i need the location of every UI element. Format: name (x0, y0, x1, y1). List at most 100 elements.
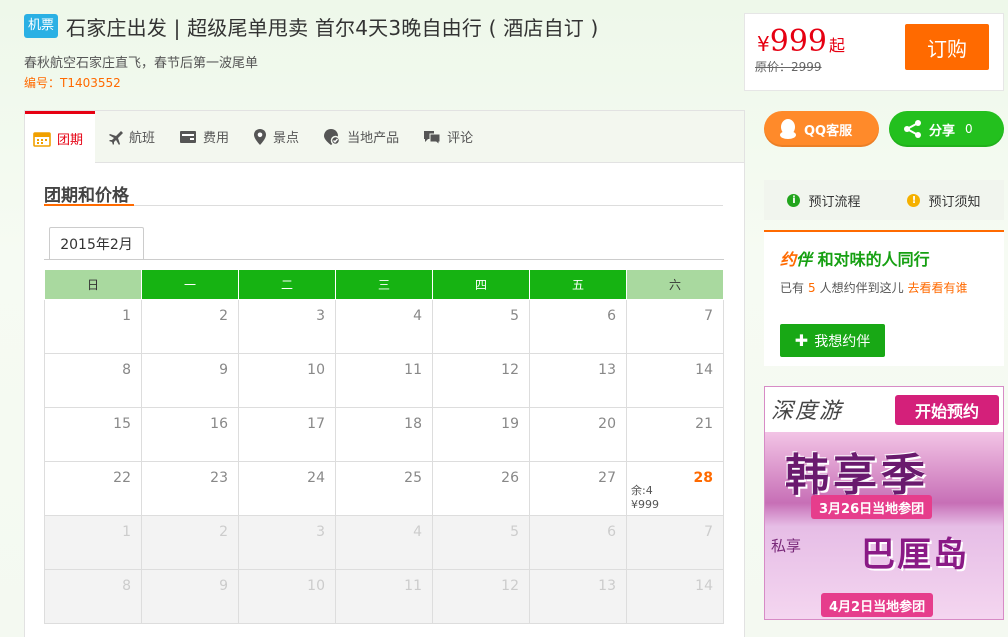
calendar-day: 24 (238, 461, 336, 516)
share-label: 分享 (929, 123, 956, 139)
booking-process-label: 预订流程 (808, 194, 861, 210)
day-number: 4 (413, 524, 422, 540)
find-companion-button[interactable]: ✚ 我想约伴 (780, 324, 885, 357)
day-number: 3 (316, 524, 325, 540)
calendar-day: 19 (432, 407, 530, 462)
calendar-day: 23 (141, 461, 239, 516)
calendar-day: 11 (335, 569, 433, 624)
tab-label: 团期 (57, 133, 84, 148)
section-title: 团期和价格 (44, 186, 129, 206)
calendar-day: 14 (626, 569, 724, 624)
tab-label: 景点 (273, 131, 300, 146)
booking-process-link[interactable]: i 预订流程 (787, 191, 861, 210)
local-product-icon (323, 128, 341, 146)
day-number: 7 (704, 308, 713, 324)
tab-comments[interactable]: 评论 (411, 111, 485, 162)
day-number: 18 (404, 416, 422, 432)
calendar-day: 3 (238, 299, 336, 354)
day-number: 1 (122, 524, 131, 540)
calendar-day: 5 (432, 299, 530, 354)
month-tab[interactable]: 2015年2月 (49, 227, 144, 260)
weekday-cell: 日 (44, 269, 142, 300)
day-number: 14 (695, 578, 713, 594)
day-number: 6 (607, 524, 616, 540)
calendar-day: 17 (238, 407, 336, 462)
day-number: 16 (210, 416, 228, 432)
day-number: 17 (307, 416, 325, 432)
book-button[interactable]: 订购 (905, 24, 989, 70)
qq-penguin-icon (778, 118, 798, 140)
calendar-day: 1 (44, 515, 142, 570)
product-header: 机票 石家庄出发 | 超级尾单甩卖 首尔4天3晚自由行 ( 酒店自订 ) 春秋航… (24, 12, 724, 91)
booking-notice-label: 预订须知 (928, 194, 981, 210)
tab-label: 当地产品 (347, 131, 400, 146)
day-number: 14 (695, 362, 713, 378)
plane-icon (107, 129, 124, 145)
day-number: 9 (219, 578, 228, 594)
info-icon: i (787, 193, 801, 207)
qq-service-button[interactable]: QQ客服 (764, 111, 879, 147)
category-tag: 机票 (24, 14, 59, 38)
tab-label: 评论 (447, 131, 474, 146)
calendar-day: 6 (529, 515, 627, 570)
price-suffix: 起 (829, 36, 846, 55)
share-count: 0 (965, 122, 973, 136)
day-number: 10 (307, 362, 325, 378)
calendar-day: 6 (529, 299, 627, 354)
ad-banner[interactable]: 深度游 开始预约 韩享季 3月26日当地参团 私享 巴厘岛 4月2日当地参团 (764, 386, 1004, 620)
weekday-cell: 五 (529, 269, 627, 300)
calendar-day: 3 (238, 515, 336, 570)
calendar-day: 25 (335, 461, 433, 516)
day-number: 21 (695, 416, 713, 432)
weekday-cell: 三 (335, 269, 433, 300)
day-number: 22 (113, 470, 131, 486)
calendar-day: 8 (44, 353, 142, 408)
calendar-day: 9 (141, 569, 239, 624)
day-number: 15 (113, 416, 131, 432)
title-row: 机票 石家庄出发 | 超级尾单甩卖 首尔4天3晚自由行 ( 酒店自订 ) (24, 12, 724, 40)
calendar-week-row: 1 2 3 4 5 6 7 (44, 299, 724, 354)
day-number: 26 (501, 470, 519, 486)
calendar-day: 26 (432, 461, 530, 516)
calendar-day: 12 (432, 353, 530, 408)
companion-see-link[interactable]: 去看看有谁 (908, 281, 968, 295)
weekday-cell: 六 (626, 269, 724, 300)
ad-headline-2: 巴厘岛 (861, 535, 969, 575)
tab-cost[interactable]: 费用 (167, 111, 241, 162)
day-price: ¥999 (631, 498, 659, 511)
ad-subheadline: 私享 (771, 537, 802, 555)
companion-title-yue: 约 (780, 250, 797, 269)
price-amount: 999 (769, 24, 827, 59)
main-panel: 团期 航班 费用 景点 当地产品 评论 团期和价格 2015年2月 日 一 二 … (24, 110, 745, 637)
calendar-day: 14 (626, 353, 724, 408)
calendar-week-row: 8 9 10 11 12 13 14 (44, 353, 724, 408)
calendar-week-row: 15 16 17 18 19 20 21 (44, 407, 724, 462)
share-button[interactable]: 分享 0 (889, 111, 1004, 147)
product-code: 编号：T1403552 (24, 74, 724, 91)
tab-schedule[interactable]: 团期 (25, 111, 96, 163)
day-number: 19 (501, 416, 519, 432)
calendar-day: 10 (238, 353, 336, 408)
calendar-day-available[interactable]: 28 余:4 ¥999 (626, 461, 724, 516)
ad-date-2: 4月2日当地参团 (821, 593, 934, 617)
booking-notice-link[interactable]: ! 预订须知 (907, 191, 981, 210)
product-title: 石家庄出发 | 超级尾单甩卖 首尔4天3晚自由行 ( 酒店自订 ) (66, 15, 599, 40)
companion-title-ban: 伴 (796, 250, 813, 269)
tab-flight[interactable]: 航班 (95, 111, 167, 162)
ad-brand: 深度游 (771, 399, 844, 424)
calendar-day: 15 (44, 407, 142, 462)
price-calendar: 日一二三四五六 1 2 3 4 5 6 7 8 9 10 11 12 13 14 15 16 17 18 19 20 2… (44, 269, 724, 624)
calendar-week-row: 8 9 10 11 12 13 14 (44, 569, 724, 624)
day-number: 11 (404, 578, 422, 594)
day-number: 27 (598, 470, 616, 486)
tab-local-products[interactable]: 当地产品 (311, 111, 411, 162)
tab-label: 费用 (203, 131, 230, 146)
companion-count: 5 (808, 281, 816, 295)
day-number: 24 (307, 470, 325, 486)
calendar-week-row: 22 23 24 25 26 27 28 余:4 ¥999 (44, 461, 724, 516)
day-number: 7 (704, 524, 713, 540)
calendar-day: 5 (432, 515, 530, 570)
day-number: 2 (219, 308, 228, 324)
day-number: 20 (598, 416, 616, 432)
tab-attractions[interactable]: 景点 (241, 111, 311, 162)
